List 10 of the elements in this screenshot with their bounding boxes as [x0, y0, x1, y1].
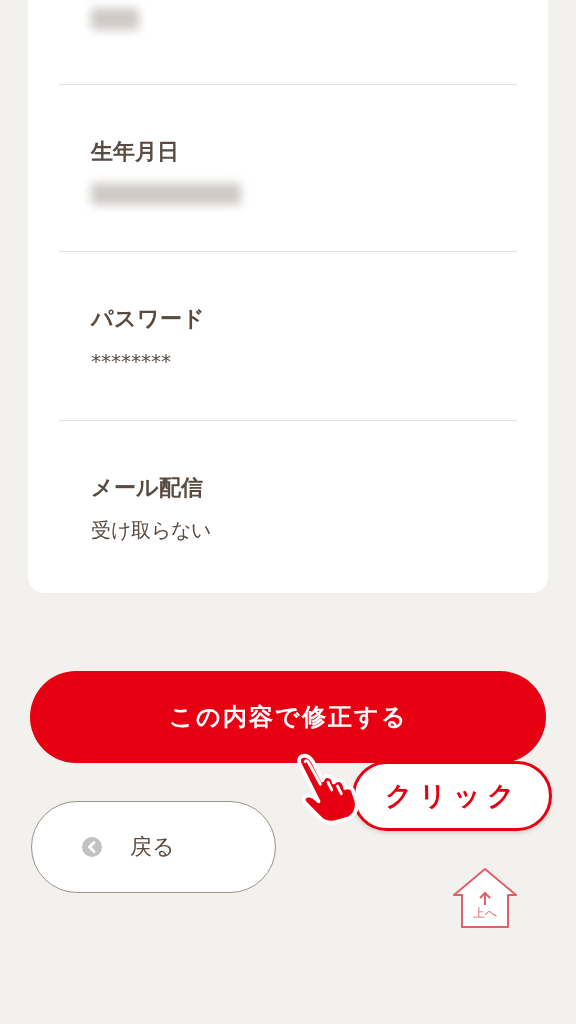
back-to-top-button[interactable]: 上へ	[452, 867, 518, 929]
blurred-value	[91, 8, 139, 30]
field-label: パスワード	[91, 305, 206, 333]
field-value: 受け取らない	[91, 517, 212, 543]
back-button[interactable]: 戻る	[31, 801, 276, 893]
field-value: ********	[91, 348, 172, 374]
field-label: メール配信	[91, 474, 204, 502]
field-label: 生年月日	[91, 138, 180, 166]
submit-button[interactable]: この内容で修正する	[30, 671, 546, 763]
click-hint: クリック	[352, 761, 552, 831]
